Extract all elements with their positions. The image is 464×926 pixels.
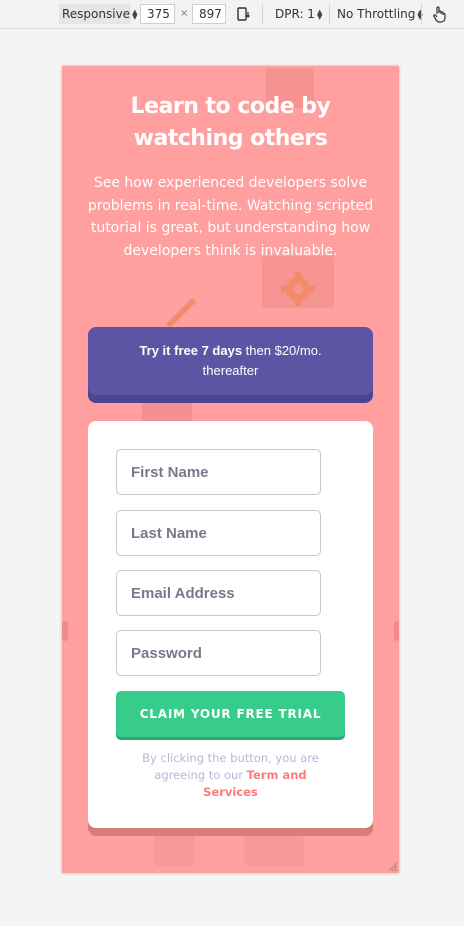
password-input[interactable] — [116, 630, 321, 676]
select-arrows-icon: ▲▼ — [132, 7, 138, 21]
device-mode-label: Responsive — [62, 7, 131, 21]
dpr-select[interactable]: DPR: 1 ▲ ▼ — [272, 4, 325, 24]
background-illustration — [154, 826, 194, 866]
viewport-height-input[interactable]: 897 — [192, 4, 226, 24]
hero-description: See how experienced developers solve pro… — [87, 175, 374, 259]
pencil-illustration-icon — [166, 298, 196, 328]
devtools-toolbar: Responsive ▲ ▼ 375 × 897 DPR: 1 ▲ ▼ No Throt… — [0, 0, 464, 29]
rotate-icon[interactable] — [236, 6, 252, 22]
first-name-input[interactable] — [116, 449, 321, 495]
background-illustration — [62, 621, 68, 641]
select-arrows-icon: ▲▼ — [316, 7, 323, 21]
claim-free-trial-button[interactable]: CLAIM YOUR FREE TRIAL — [116, 691, 345, 737]
hero-title: Learn to code by watching others — [130, 94, 331, 151]
last-name-input[interactable] — [116, 510, 321, 556]
background-illustration — [244, 836, 304, 866]
signup-form: CLAIM YOUR FREE TRIAL By clicking the bu… — [88, 421, 373, 828]
device-viewport: Learn to code by watching others See how… — [62, 66, 399, 873]
toolbar-divider — [329, 4, 330, 24]
toolbar-divider — [421, 4, 422, 24]
dimension-separator: × — [180, 8, 189, 19]
resize-grip-icon[interactable] — [387, 861, 398, 872]
background-illustration — [394, 621, 399, 641]
device-mode-select[interactable]: Responsive ▲ ▼ — [59, 4, 137, 24]
dpr-label: DPR: 1 — [275, 7, 315, 21]
throttling-select[interactable]: No Throttling▲▼ — [334, 4, 426, 24]
terms-notice: By clicking the button, you are agreeing… — [128, 750, 333, 801]
viewport-width-input[interactable]: 375 — [140, 4, 175, 24]
touch-hand-icon[interactable] — [431, 5, 447, 23]
free-trial-banner: Try it free 7 days then $20/mo. thereaft… — [88, 327, 373, 395]
email-input[interactable] — [116, 570, 321, 616]
free-trial-bold-text: Try it free 7 days — [139, 343, 243, 358]
gear-illustration-icon — [281, 272, 315, 306]
throttling-label: No Throttling — [337, 7, 416, 21]
toolbar-divider — [262, 4, 263, 24]
